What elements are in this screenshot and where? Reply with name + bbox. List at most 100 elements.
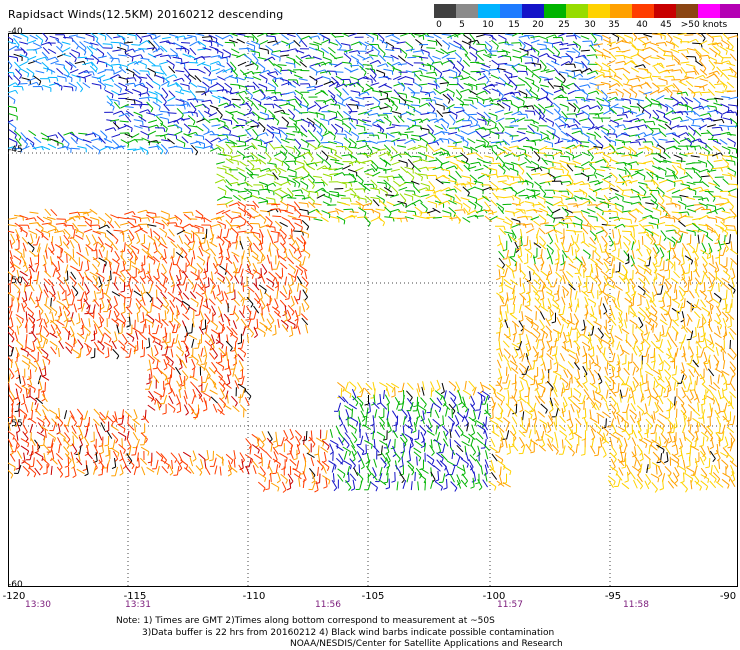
wind-barb-flag (317, 192, 319, 197)
wind-barb (348, 104, 358, 106)
wind-barb (104, 69, 114, 71)
wind-barb (397, 217, 407, 220)
wind-barb (704, 190, 714, 193)
wind-barb-flag (629, 100, 631, 105)
wind-barb-flag (307, 234, 310, 239)
wind-barb-flag (460, 204, 463, 209)
wind-barb-flag (728, 150, 731, 155)
wind-barb (343, 208, 353, 211)
wind-barb-flag (78, 53, 80, 58)
legend-label: 15 (508, 20, 520, 30)
wind-barb (575, 96, 585, 99)
legend-swatch (698, 4, 720, 18)
wind-barb-flag (345, 134, 347, 139)
wind-barb-flag (534, 141, 537, 146)
wind-barb (505, 117, 515, 120)
wind-barb (627, 253, 630, 263)
wind-barb (543, 154, 553, 156)
wind-barb (151, 216, 161, 218)
wind-barb (519, 263, 521, 273)
wind-barb (66, 270, 69, 280)
wind-barb (23, 248, 25, 258)
wind-barb (138, 48, 148, 50)
wind-barb-flag (714, 242, 719, 244)
wind-barb (110, 270, 112, 280)
wind-barb-flag (537, 127, 539, 132)
wind-barb (614, 99, 625, 101)
wind-barb-flag (258, 190, 260, 196)
wind-barb (672, 90, 682, 92)
wind-barb-flag (300, 219, 302, 224)
wind-barb-flag (720, 243, 725, 246)
wind-barb (407, 56, 417, 59)
wind-barb (63, 224, 73, 227)
wind-barb-flag (622, 197, 624, 202)
wind-barb (688, 263, 691, 273)
wind-barb (151, 141, 161, 143)
wind-map[interactable] (8, 33, 738, 587)
wind-barb (517, 180, 527, 183)
wind-barb-flag (60, 86, 63, 91)
wind-barb (592, 117, 602, 119)
wind-barb (633, 228, 635, 238)
wind-barb-flag (307, 203, 309, 208)
wind-barb-flag (670, 198, 672, 203)
wind-barb (621, 230, 632, 233)
wind-barb-flag (532, 183, 534, 188)
wind-barb-flag (537, 58, 539, 63)
wind-barb-flag (534, 167, 536, 172)
wind-barb (410, 104, 420, 107)
wind-barb-flag (631, 38, 634, 43)
legend-label: 0 (436, 20, 442, 30)
wind-barb (238, 47, 248, 50)
wind-barb (110, 41, 120, 44)
wind-barb (454, 209, 464, 211)
wind-barb (692, 42, 702, 45)
wind-barb-flag (568, 156, 571, 161)
wind-barb-flag (90, 220, 92, 225)
wind-barb-flag (134, 219, 137, 224)
wind-barb-flag (660, 211, 662, 216)
wind-barb-flag (35, 234, 38, 239)
legend-swatch (456, 4, 478, 18)
wind-barb (334, 188, 344, 190)
wind-barb (167, 112, 177, 114)
legend-swatch (632, 4, 654, 18)
wind-barb-flag (202, 136, 205, 141)
legend-swatch (676, 4, 698, 18)
wind-barb (166, 222, 177, 224)
wind-barb (89, 224, 99, 226)
wind-barb-flag (111, 94, 114, 99)
wind-barb-flag (218, 99, 221, 104)
wind-barb-flag (359, 204, 361, 209)
wind-barb (580, 49, 590, 52)
wind-barb-flag (734, 171, 737, 176)
wind-barb (476, 43, 486, 46)
wind-barb (725, 224, 735, 227)
wind-barb-flag (562, 169, 564, 174)
wind-barb (96, 249, 98, 259)
wind-barb (66, 253, 68, 263)
legend-label: 30 (584, 20, 596, 30)
wind-barb-flag (330, 198, 332, 203)
legend-label: 25 (558, 20, 570, 30)
wind-barb (558, 254, 560, 264)
wind-barb-flag (196, 112, 198, 117)
wind-barb (298, 112, 308, 114)
legend-swatch (610, 4, 632, 18)
wind-barb (70, 147, 80, 150)
wind-barb-flag (183, 143, 186, 148)
wind-barb (239, 235, 241, 246)
wind-barb (250, 159, 260, 162)
wind-barb (182, 211, 192, 214)
wind-barb-flag (554, 130, 556, 135)
wind-barb (544, 224, 554, 227)
wind-barb (181, 42, 191, 44)
wind-barb (148, 263, 151, 273)
wind-barb-flag (489, 129, 491, 134)
wind-barb (663, 260, 665, 270)
wind-barb-flag (447, 139, 450, 144)
wind-barb-flag (328, 214, 331, 219)
wind-barb-flag (268, 211, 271, 216)
wind-barb-flag (730, 156, 733, 161)
